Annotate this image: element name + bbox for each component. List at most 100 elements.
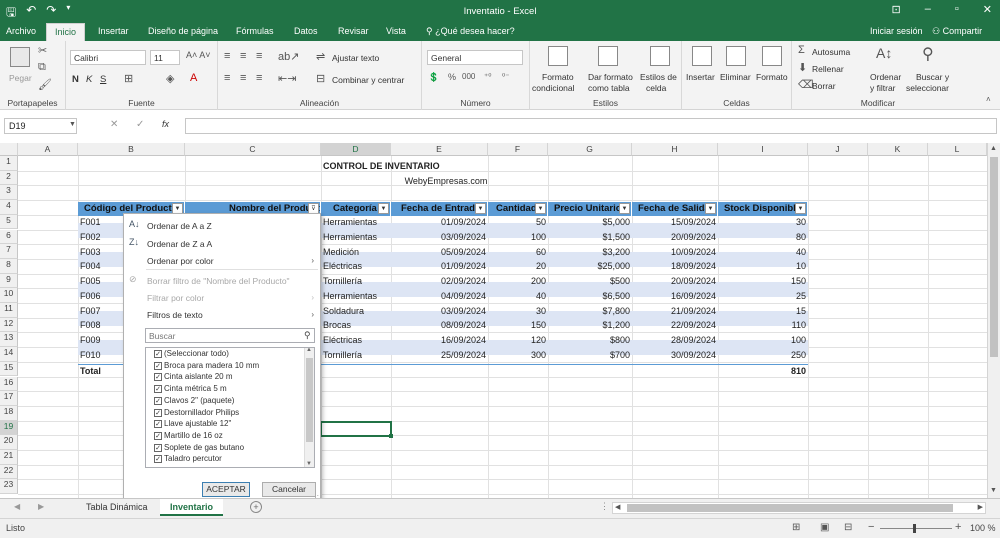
- find-icon[interactable]: ⚲: [922, 44, 934, 64]
- align-center-icon[interactable]: ≡: [240, 72, 246, 84]
- checkbox-checked-icon[interactable]: ✓: [154, 385, 162, 394]
- filter-dropdown-icon[interactable]: ▼: [378, 203, 389, 214]
- filter-search-input[interactable]: Buscar: [145, 328, 315, 343]
- cell-stock[interactable]: 15: [718, 304, 808, 318]
- col-header-i[interactable]: I: [718, 143, 808, 156]
- row-header[interactable]: 2: [0, 170, 18, 186]
- col-header-f[interactable]: F: [488, 143, 548, 156]
- tab-diseno-pagina[interactable]: Diseño de página: [148, 26, 218, 36]
- cell-fecha-salida[interactable]: 30/09/2024: [632, 348, 718, 362]
- cell-categoria[interactable]: Herramientas: [321, 230, 391, 244]
- cell-fecha-salida[interactable]: 18/09/2024: [632, 259, 718, 273]
- orientation-icon[interactable]: ab↗: [278, 50, 299, 63]
- col-header-k[interactable]: K: [868, 143, 928, 156]
- merge-center-button[interactable]: Combinar y centrar: [332, 75, 404, 85]
- cell-cantidad[interactable]: 50: [488, 215, 548, 229]
- currency-icon[interactable]: 💲: [428, 72, 439, 83]
- fill-button[interactable]: Rellenar: [812, 64, 844, 74]
- cell-precio[interactable]: $500: [548, 274, 632, 288]
- col-header-l[interactable]: L: [928, 143, 987, 156]
- row-header[interactable]: 8: [0, 258, 18, 274]
- cell-fecha-salida[interactable]: 10/09/2024: [632, 245, 718, 259]
- table-header-stock[interactable]: Stock Disponible ▼: [718, 202, 808, 216]
- cell-categoria[interactable]: Brocas: [321, 318, 391, 332]
- filter-value-item[interactable]: ✓ Llave ajustable 12": [154, 419, 231, 429]
- cell-categoria[interactable]: Eléctricas: [321, 259, 391, 273]
- tab-revisar[interactable]: Revisar: [338, 26, 369, 36]
- sort-za-item[interactable]: Ordenar de Z a A: [147, 239, 212, 249]
- cell-stock[interactable]: 80: [718, 230, 808, 244]
- merge-center-icon[interactable]: ⊟: [316, 72, 325, 85]
- font-name-combo[interactable]: Calibri: [70, 50, 146, 65]
- filter-dropdown-icon[interactable]: ▼: [795, 203, 806, 214]
- cell-fecha-entrada[interactable]: 01/09/2024: [391, 259, 488, 273]
- share-button[interactable]: ⚇ Compartir: [932, 26, 982, 37]
- cell-cantidad[interactable]: 30: [488, 304, 548, 318]
- cell-fecha-entrada[interactable]: 25/09/2024: [391, 348, 488, 362]
- accept-button[interactable]: ACEPTAR: [202, 482, 250, 497]
- filter-values-list[interactable]: ✓ (Seleccionar todo) ✓ Broca para madera 10…: [145, 347, 315, 468]
- cell-fecha-salida[interactable]: 15/09/2024: [632, 215, 718, 229]
- vertical-scroll-thumb[interactable]: [990, 157, 998, 357]
- clear-button[interactable]: Borrar: [812, 81, 836, 91]
- cell-codigo[interactable]: F005: [78, 274, 123, 288]
- copy-icon[interactable]: ⧉: [38, 61, 46, 74]
- cell-stock[interactable]: 25: [718, 289, 808, 303]
- row-header[interactable]: 4: [0, 200, 18, 215]
- checkbox-checked-icon[interactable]: ✓: [154, 361, 162, 370]
- split-handle-icon[interactable]: ⋮: [600, 501, 609, 512]
- format-cells-button[interactable]: Formato: [756, 72, 788, 82]
- filter-value-item[interactable]: ✓ (Seleccionar todo): [154, 349, 229, 358]
- cell-stock[interactable]: 110: [718, 318, 808, 332]
- col-header-g[interactable]: G: [548, 143, 632, 156]
- checkbox-checked-icon[interactable]: ✓: [154, 373, 162, 382]
- fill-handle[interactable]: [389, 434, 393, 438]
- cell-codigo[interactable]: F003: [78, 245, 123, 259]
- col-header-e[interactable]: E: [391, 143, 488, 156]
- table-header-precio[interactable]: Precio Unitario ▼: [548, 202, 632, 216]
- confirm-entry-icon[interactable]: ✓: [136, 119, 144, 130]
- checkbox-checked-icon[interactable]: ✓: [154, 431, 162, 440]
- cell-cantidad[interactable]: 60: [488, 245, 548, 259]
- collapse-ribbon-icon[interactable]: ˄: [986, 95, 991, 104]
- horizontal-scrollbar[interactable]: ◀ ▶: [612, 502, 986, 514]
- table-format-label-1[interactable]: Dar formato: [588, 72, 633, 82]
- cell-categoria[interactable]: Tornillería: [321, 274, 391, 288]
- cell-cantidad[interactable]: 100: [488, 230, 548, 244]
- number-format-combo[interactable]: General: [427, 50, 523, 65]
- delete-cells-icon[interactable]: [726, 46, 746, 66]
- tab-datos[interactable]: Datos: [294, 26, 318, 36]
- delete-cells-button[interactable]: Eliminar: [720, 72, 751, 82]
- tell-me-box[interactable]: ⚲ ¿Qué desea hacer?: [426, 26, 515, 37]
- prev-sheet-icon[interactable]: ◀: [14, 502, 20, 511]
- cell-fecha-entrada[interactable]: 04/09/2024: [391, 289, 488, 303]
- cell-fecha-salida[interactable]: 28/09/2024: [632, 333, 718, 347]
- maximize-icon[interactable]: ▫: [955, 3, 959, 16]
- row-header[interactable]: 14: [0, 347, 18, 362]
- checkbox-checked-icon[interactable]: ✓: [154, 420, 162, 429]
- cell-fecha-entrada[interactable]: 05/09/2024: [391, 245, 488, 259]
- cell-cantidad[interactable]: 150: [488, 318, 548, 332]
- find-select-label-1[interactable]: Buscar y: [916, 72, 949, 82]
- cell-stock[interactable]: 30: [718, 215, 808, 229]
- format-cells-icon[interactable]: [762, 46, 782, 66]
- row-header[interactable]: 19: [0, 420, 18, 436]
- cell-fecha-entrada[interactable]: 02/09/2024: [391, 274, 488, 288]
- sort-filter-icon[interactable]: A↕: [876, 45, 892, 61]
- sheet-tab-inventario[interactable]: Inventario: [160, 499, 224, 516]
- cancel-button[interactable]: Cancelar: [262, 482, 316, 497]
- filter-value-item[interactable]: ✓ Martillo de 16 oz: [154, 431, 223, 440]
- scroll-up-icon[interactable]: ▲: [306, 348, 312, 353]
- wrap-text-button[interactable]: Ajustar texto: [332, 53, 379, 63]
- underline-icon[interactable]: S: [100, 74, 106, 85]
- cell-stock[interactable]: 150: [718, 274, 808, 288]
- align-bottom-icon[interactable]: ≡: [256, 50, 262, 62]
- cell-cantidad[interactable]: 20: [488, 259, 548, 273]
- cell-cantidad[interactable]: 300: [488, 348, 548, 362]
- cut-icon[interactable]: ✂: [38, 44, 47, 57]
- clear-filter-item[interactable]: Borrar filtro de "Nombre del Producto": [147, 276, 290, 286]
- table-format-label-2[interactable]: como tabla: [588, 83, 630, 93]
- find-select-label-2[interactable]: seleccionar: [906, 83, 949, 93]
- row-header[interactable]: 16: [0, 376, 18, 392]
- cell-precio[interactable]: $5,000: [548, 215, 632, 229]
